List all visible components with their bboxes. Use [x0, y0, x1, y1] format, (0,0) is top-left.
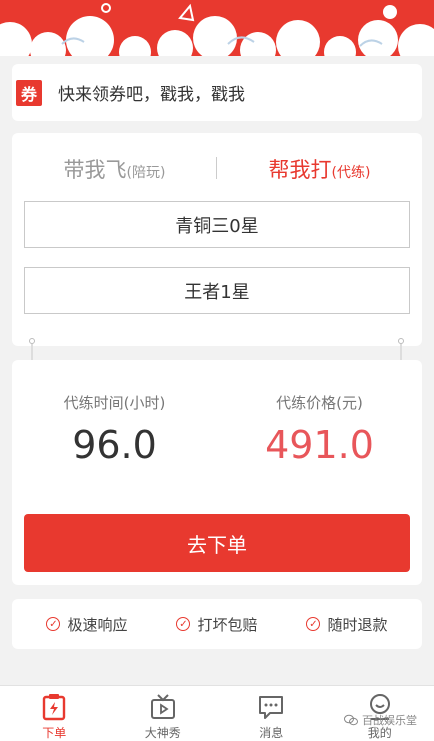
chat-bubble-icon [259, 696, 284, 719]
tab-boost-label: 帮我打 [268, 158, 332, 182]
coupon-card[interactable]: 券 快来领券吧，戳我，戳我 [12, 64, 422, 121]
mode-card: 带我飞(陪玩) 帮我打(代练) 青铜三0星 王者1星 [12, 133, 422, 346]
check-circle-icon: ✓ [176, 617, 191, 631]
watermark-text: 百战娱乐堂 [362, 714, 417, 727]
time-value: 96.0 [72, 423, 157, 467]
tab-divider [216, 157, 217, 179]
tab-play-sub: (陪玩) [126, 165, 166, 181]
price-value: 491.0 [265, 423, 374, 467]
check-circle-icon: ✓ [46, 617, 61, 631]
coupon-text: 快来领券吧，戳我，戳我 [58, 85, 245, 105]
tabbar-messages[interactable]: 消息 [217, 686, 326, 741]
wechat-icon [344, 714, 358, 726]
target-rank-selector[interactable]: 王者1星 [24, 267, 410, 314]
guarantee-bar: ✓ 极速响应 ✓ 打坏包赔 ✓ 随时退款 [12, 599, 422, 649]
guarantee-label: 随时退款 [327, 615, 388, 634]
tab-play-label: 带我飞 [63, 158, 127, 182]
current-rank-selector[interactable]: 青铜三0星 [24, 201, 410, 248]
tab-boost-for-me[interactable]: 帮我打(代练) [217, 154, 422, 184]
mode-tabs: 带我飞(陪玩) 帮我打(代练) [12, 149, 422, 189]
clipboard-lightning-icon [43, 694, 66, 721]
guarantee-fast-response: ✓ 极速响应 [46, 614, 128, 635]
guarantee-label: 极速响应 [67, 615, 128, 634]
guarantee-compensation: ✓ 打坏包赔 [176, 614, 258, 635]
tabbar-messages-label: 消息 [259, 726, 284, 740]
time-column: 代练时间(小时) 96.0 [12, 392, 217, 467]
tabbar-order-label: 下单 [42, 726, 67, 740]
banner-clouds-graphic [0, 0, 434, 56]
guarantee-label: 打坏包赔 [197, 615, 258, 634]
guarantee-refund: ✓ 随时退款 [306, 614, 388, 635]
tabbar-showcase[interactable]: 大神秀 [109, 686, 218, 741]
place-order-button[interactable]: 去下单 [24, 514, 410, 572]
coupon-tag-icon: 券 [16, 79, 42, 106]
tabbar-showcase-label: 大神秀 [144, 726, 181, 740]
price-column: 代练价格(元) 491.0 [217, 392, 422, 467]
tab-boost-sub: (代练) [331, 165, 371, 181]
tv-play-icon [150, 694, 175, 719]
check-circle-icon: ✓ [306, 617, 321, 631]
time-label: 代练时间(小时) [63, 394, 166, 412]
tabbar-order[interactable]: 下单 [0, 686, 109, 741]
price-label: 代练价格(元) [276, 394, 363, 412]
price-card: 代练时间(小时) 96.0 代练价格(元) 491.0 去下单 [12, 360, 422, 585]
header-banner [0, 0, 434, 56]
tab-play-with-me[interactable]: 带我飞(陪玩) [12, 154, 217, 184]
watermark: 百战娱乐堂 [344, 712, 417, 728]
